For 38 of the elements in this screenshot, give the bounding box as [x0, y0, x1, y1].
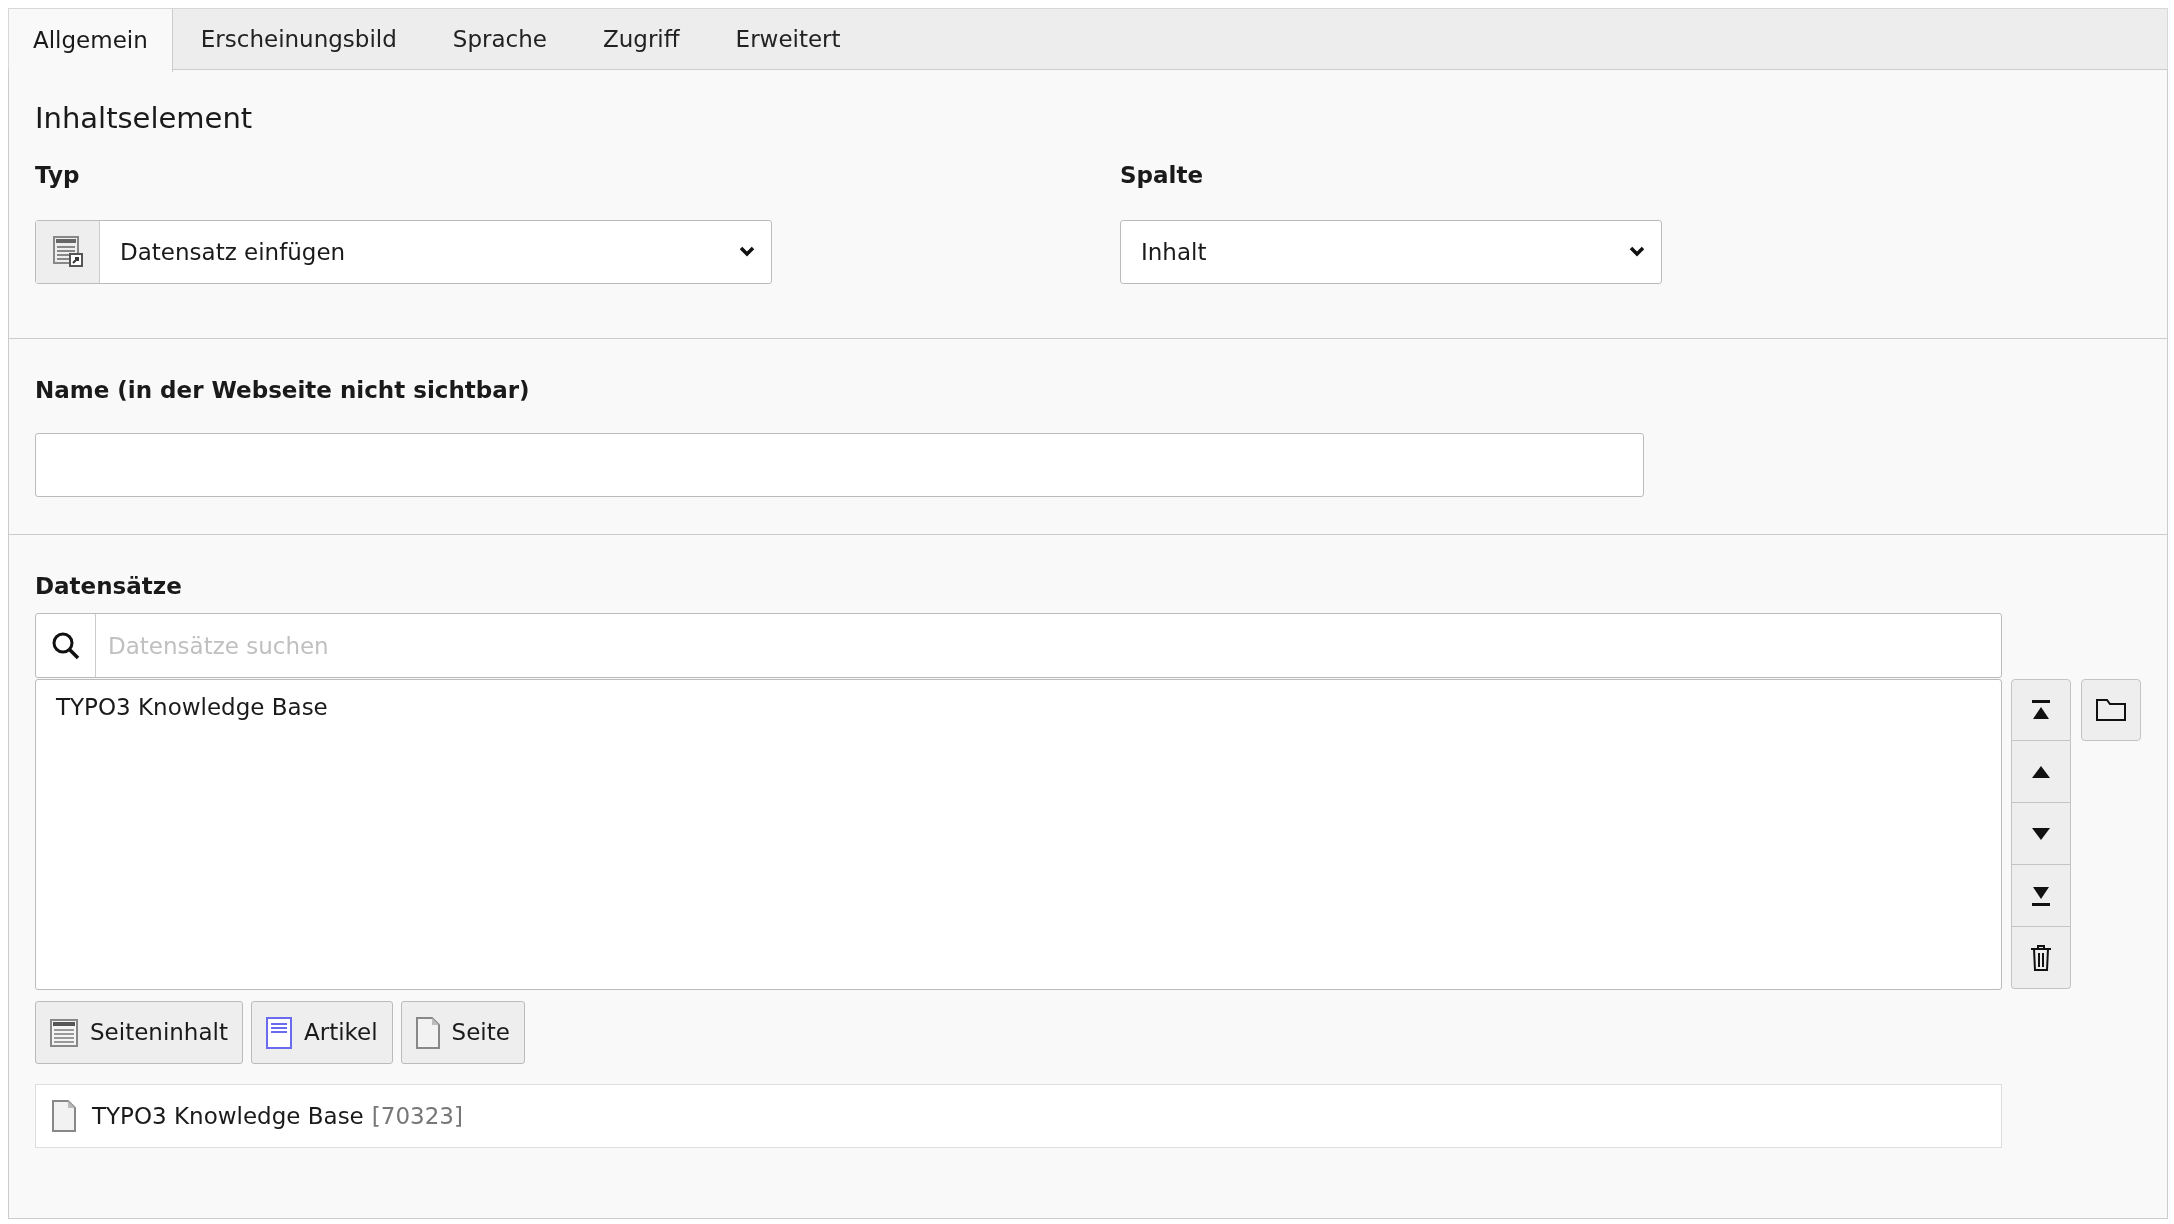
add-record-button[interactable]: Seite [400, 1001, 525, 1064]
add-record-button[interactable]: Artikel [250, 1001, 393, 1064]
document-lines-icon [265, 1016, 292, 1049]
field-label: Spalte [1120, 161, 1204, 188]
column-select[interactable]: Inhalt [1120, 220, 1662, 284]
field-label: Typ [35, 161, 80, 188]
tab[interactable]: Sprache [424, 9, 575, 70]
name-input[interactable] [35, 433, 1644, 497]
list-option[interactable]: TYPO3 Knowledge Base [56, 690, 328, 724]
move-up-button[interactable] [2011, 741, 2071, 803]
tab[interactable]: Allgemein [9, 9, 173, 72]
move-down-button[interactable] [2011, 803, 2071, 865]
search-icon [50, 630, 81, 661]
tab[interactable]: Zugriff [574, 9, 708, 70]
folder-icon [2096, 698, 2126, 722]
chevron-down-icon [1629, 246, 1645, 258]
record-uid: [70323] [371, 1101, 463, 1131]
section-title: Inhaltselement [35, 100, 253, 136]
move-to-bottom-icon [2030, 884, 2053, 907]
field-label: Datensätze [35, 572, 182, 599]
chevron-down-icon [739, 246, 755, 258]
page-icon [52, 1100, 76, 1132]
trash-icon [2030, 943, 2053, 972]
move-to-top-button[interactable] [2011, 679, 2071, 741]
type-select[interactable]: Datensatz einfügen [35, 220, 772, 284]
tab[interactable]: Erscheinungsbild [172, 9, 425, 70]
tab[interactable]: Erweitert [707, 9, 869, 70]
content-element-icon [50, 1018, 78, 1047]
page-icon [415, 1016, 440, 1049]
move-to-top-icon [2030, 699, 2053, 721]
delete-button[interactable] [2011, 927, 2071, 989]
browse-button[interactable] [2081, 679, 2141, 741]
record-title: TYPO3 Knowledge Base [92, 1101, 364, 1131]
down-triangle-icon [2031, 826, 2052, 841]
move-to-bottom-button[interactable] [2011, 865, 2071, 927]
add-record-button[interactable]: Seiteninhalt [35, 1001, 243, 1064]
up-triangle-icon [2031, 764, 2052, 779]
field-label: Name (in der Webseite nicht sichtbar) [35, 376, 530, 403]
